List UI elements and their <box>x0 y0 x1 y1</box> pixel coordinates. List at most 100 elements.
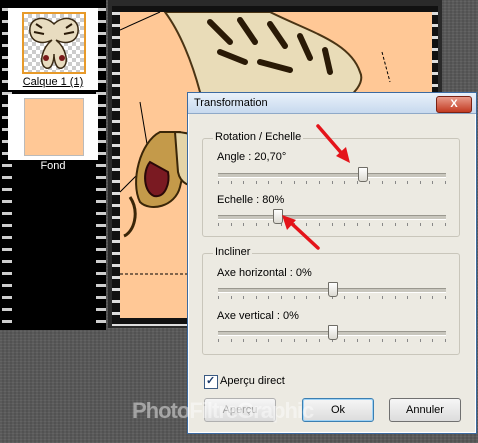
watermark-text: PhotoFiltreGraphic <box>132 398 314 423</box>
slider-tick <box>381 296 383 299</box>
slider-tick <box>306 223 308 226</box>
slider-tick <box>218 181 219 184</box>
slider-tick <box>445 339 446 342</box>
slider-tick <box>356 181 358 184</box>
angle-label: Angle : 20,70° <box>217 151 287 163</box>
dialog-title: Transformation <box>194 97 268 109</box>
slider-tick <box>243 223 245 226</box>
layer-thumbnail-butterfly <box>22 12 86 74</box>
slider-tick <box>268 223 270 226</box>
slider-ticks <box>218 223 446 226</box>
slider-tick <box>255 339 257 342</box>
slider-tick <box>394 181 396 184</box>
slider-tick <box>218 296 219 299</box>
slider-tick <box>407 223 409 226</box>
incline-group: Incliner Axe horizontal : 0% Axe vertica… <box>202 246 460 355</box>
slider-tick <box>243 339 245 342</box>
slider-tick <box>306 181 308 184</box>
layer-thumbnail-background <box>24 98 84 156</box>
slider-tick <box>230 339 232 342</box>
group-title-rotation: Rotation / Echelle <box>213 131 304 143</box>
slider-tick <box>255 181 257 184</box>
layer-item-calque1[interactable]: Calque 1 (1) <box>8 8 98 90</box>
scale-slider[interactable] <box>218 209 446 227</box>
slider-tick <box>230 223 232 226</box>
slider-tick <box>344 339 346 342</box>
slider-track <box>218 173 446 178</box>
transformation-dialog: Transformation X Rotation / Echelle Angl… <box>187 92 477 434</box>
horizontal-axis-slider[interactable] <box>218 282 446 300</box>
preview-checkbox-label: Aperçu direct <box>220 375 285 387</box>
slider-tick <box>381 181 383 184</box>
slider-tick <box>432 339 434 342</box>
slider-tick <box>381 339 383 342</box>
slider-tick <box>281 296 283 299</box>
slider-tick <box>255 223 257 226</box>
slider-tick <box>407 339 409 342</box>
vertical-slider-thumb[interactable] <box>328 325 338 340</box>
slider-tick <box>293 181 295 184</box>
angle-slider[interactable] <box>218 167 446 185</box>
cancel-button[interactable]: Annuler <box>389 398 461 422</box>
preview-checkbox[interactable] <box>204 374 218 389</box>
vertical-axis-label: Axe vertical : 0% <box>217 310 299 322</box>
slider-tick <box>344 296 346 299</box>
slider-tick <box>293 339 295 342</box>
slider-tick <box>243 296 245 299</box>
layer-item-fond[interactable] <box>8 94 98 160</box>
vertical-axis-slider[interactable] <box>218 325 446 343</box>
slider-tick <box>318 296 320 299</box>
slider-track <box>218 215 446 220</box>
dialog-titlebar[interactable]: Transformation X <box>188 93 476 114</box>
slider-tick <box>369 296 371 299</box>
slider-tick <box>230 296 232 299</box>
slider-tick <box>318 339 320 342</box>
close-button[interactable]: X <box>436 96 472 113</box>
scale-slider-thumb[interactable] <box>273 209 284 224</box>
slider-tick <box>243 181 245 184</box>
slider-tick <box>407 181 409 184</box>
slider-tick <box>445 223 446 226</box>
slider-tick <box>445 181 446 184</box>
slider-tick <box>306 296 308 299</box>
layer-label-calque1: Calque 1 (1) <box>22 76 84 88</box>
slider-tick <box>369 181 371 184</box>
slider-tick <box>394 296 396 299</box>
slider-tick <box>432 223 434 226</box>
group-title-incline: Incliner <box>213 246 253 258</box>
slider-tick <box>394 223 396 226</box>
slider-tick <box>445 296 446 299</box>
slider-tick <box>356 339 358 342</box>
slider-tick <box>306 339 308 342</box>
slider-tick <box>407 296 409 299</box>
slider-tick <box>419 296 421 299</box>
slider-ticks <box>218 181 446 184</box>
slider-tick <box>268 339 270 342</box>
slider-tick <box>356 296 358 299</box>
slider-tick <box>344 223 346 226</box>
slider-tick <box>268 296 270 299</box>
slider-tick <box>318 181 320 184</box>
scale-label: Echelle : 80% <box>217 194 285 206</box>
slider-tick <box>293 296 295 299</box>
slider-tick <box>331 223 333 226</box>
slider-tick <box>331 181 333 184</box>
slider-tick <box>281 181 283 184</box>
layers-panel: Calque 1 (1) Fond <box>0 0 106 330</box>
slider-tick <box>369 223 371 226</box>
horizontal-axis-label: Axe horizontal : 0% <box>217 267 312 279</box>
slider-tick <box>419 339 421 342</box>
slider-tick <box>344 181 346 184</box>
slider-tick <box>369 339 371 342</box>
slider-tick <box>394 339 396 342</box>
slider-tick <box>255 296 257 299</box>
slider-tick <box>432 181 434 184</box>
slider-tick <box>419 181 421 184</box>
horizontal-slider-thumb[interactable] <box>328 282 338 297</box>
layer-label-fond: Fond <box>40 160 66 172</box>
slider-tick <box>230 181 232 184</box>
rotation-scale-group: Rotation / Echelle Angle : 20,70° Echell… <box>202 131 460 237</box>
angle-slider-thumb[interactable] <box>357 167 368 182</box>
slider-tick <box>419 223 421 226</box>
slider-tick <box>318 223 320 226</box>
